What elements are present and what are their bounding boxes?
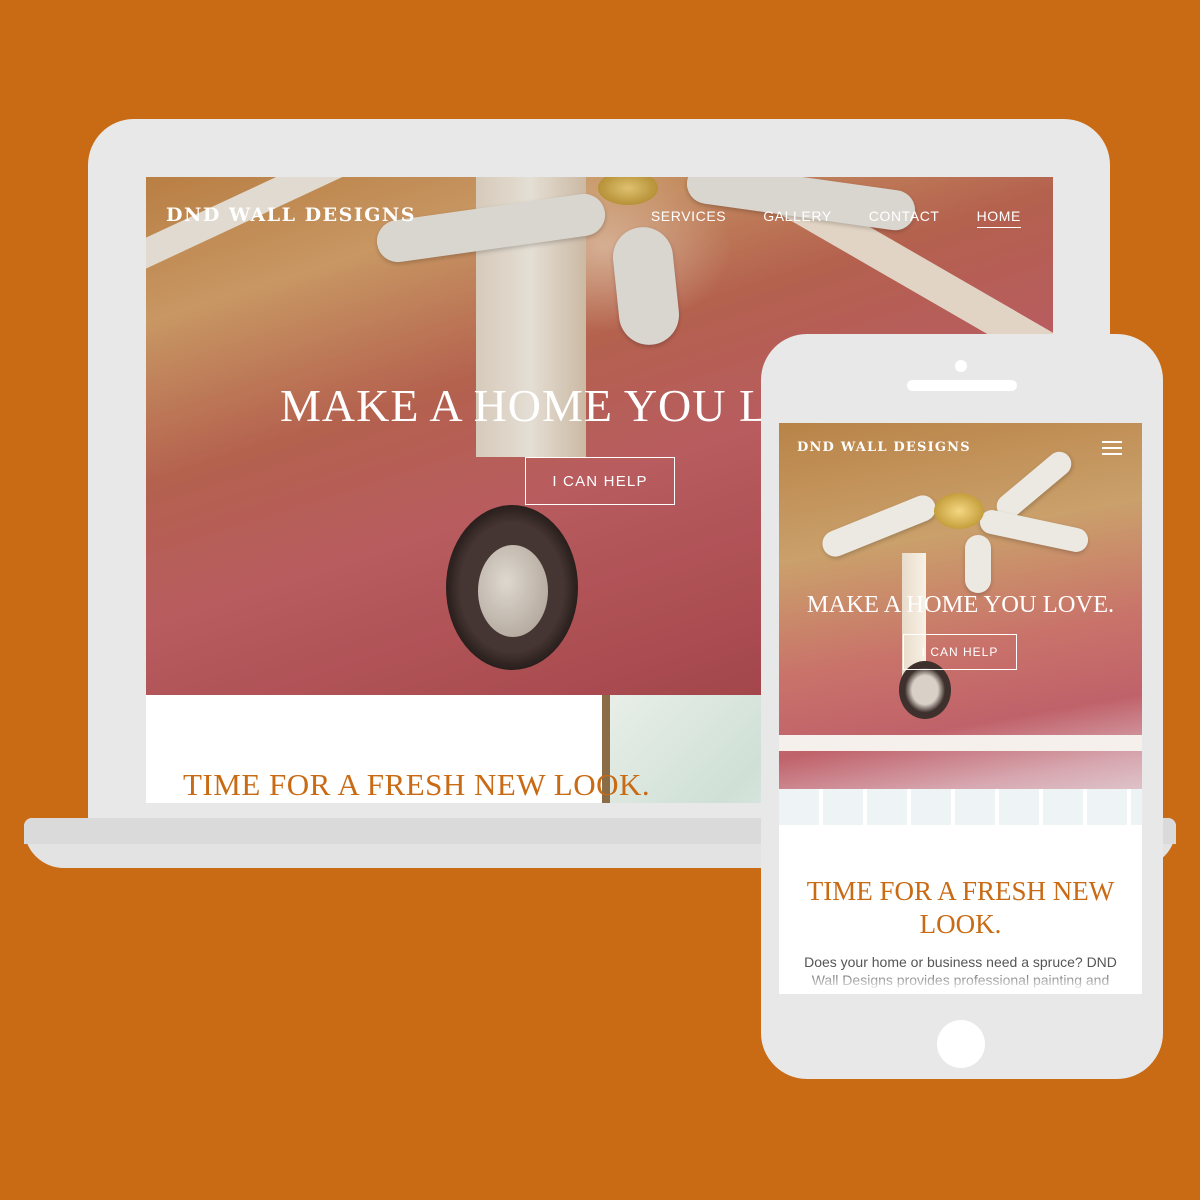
hamburger-menu-icon[interactable] xyxy=(1102,441,1122,455)
phone-camera xyxy=(955,360,967,372)
desktop-cta-button[interactable]: I CAN HELP xyxy=(525,457,675,505)
mobile-hero-headline: MAKE A HOME YOU LOVE. xyxy=(806,591,1115,618)
windows xyxy=(779,789,1142,825)
fan-blade xyxy=(818,491,940,561)
mobile-hero-image: DND WALL DESIGNS MAKE A HOME YOU LOVE. I… xyxy=(779,423,1142,825)
nav-home[interactable]: HOME xyxy=(976,208,1021,228)
scroll-fade xyxy=(779,971,1142,994)
phone-home-button xyxy=(937,1020,985,1068)
desktop-section-title: TIME FOR A FRESH NEW LOOK. xyxy=(183,767,651,802)
mobile-section-title: TIME FOR A FRESH NEW LOOK. xyxy=(806,876,1115,939)
desktop-logo[interactable]: DND WALL DESIGNS xyxy=(166,204,416,226)
nav-services[interactable]: SERVICES xyxy=(651,208,726,228)
fan-blade xyxy=(977,507,1091,555)
ceiling-fan-hub xyxy=(934,493,984,529)
phone-speaker xyxy=(907,380,1017,391)
crown-molding xyxy=(779,735,1142,751)
mobile-cta-button[interactable]: I CAN HELP xyxy=(903,634,1017,670)
nav-gallery[interactable]: GALLERY xyxy=(763,208,832,228)
mobile-website-screen: DND WALL DESIGNS MAKE A HOME YOU LOVE. I… xyxy=(779,423,1142,994)
nav-contact[interactable]: CONTACT xyxy=(869,208,940,228)
desktop-nav: SERVICES GALLERY CONTACT HOME xyxy=(651,208,1021,228)
mobile-logo[interactable]: DND WALL DESIGNS xyxy=(797,440,971,455)
fan-blade xyxy=(965,535,991,593)
